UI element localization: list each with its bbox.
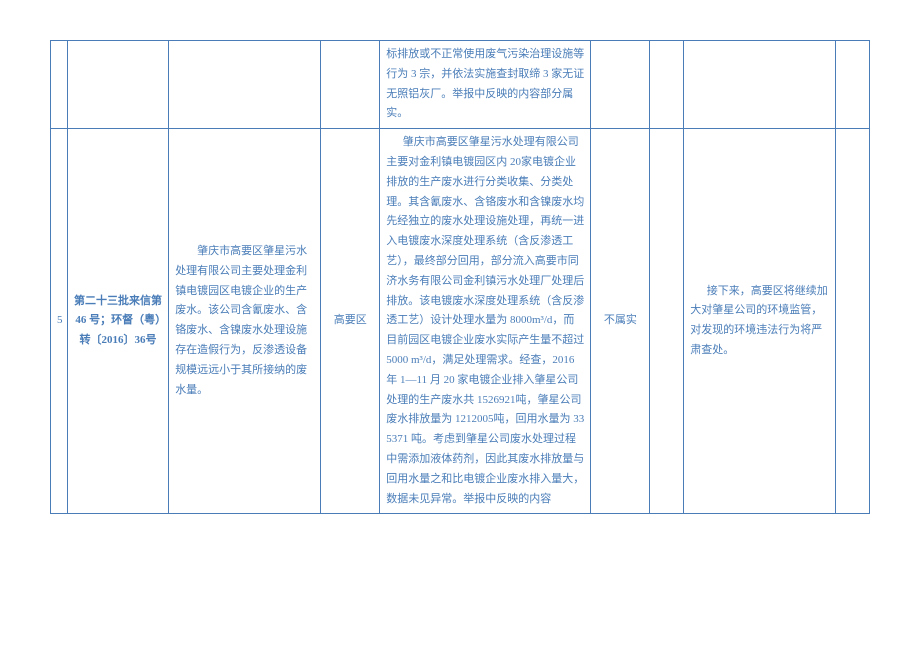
cell-index: 5: [51, 129, 68, 514]
cell-action: 接下来，高要区将继续加大对肇星公司的环境监管，对发现的环境违法行为将严肃查处。: [684, 129, 836, 514]
cell-region: [321, 41, 380, 129]
cell-investigation: 肇庆市高要区肇星污水处理有限公司主要对金利镇电镀园区内 20家电镀企业排放的生产…: [380, 129, 591, 514]
cell-complaint: 肇庆市高要区肇星污水处理有限公司主要处理金利镇电镀园区电镀企业的生产废水。该公司…: [169, 129, 321, 514]
cell-conclusion: [591, 41, 650, 129]
table-row: 5 第二十三批来信第 46 号；环督（粤）转〔2016〕36号 肇庆市高要区肇星…: [51, 129, 870, 514]
cell-doc-number: [67, 41, 168, 129]
document-table: 标排放或不正常使用废气污染治理设施等行为 3 宗，并依法实施查封取缔 3 家无证…: [50, 40, 870, 514]
cell-conclusion: 不属实: [591, 129, 650, 514]
cell-extra2: [836, 129, 870, 514]
cell-doc-number: 第二十三批来信第 46 号；环督（粤）转〔2016〕36号: [67, 129, 168, 514]
cell-index: [51, 41, 68, 129]
cell-complaint: [169, 41, 321, 129]
cell-investigation: 标排放或不正常使用废气污染治理设施等行为 3 宗，并依法实施查封取缔 3 家无证…: [380, 41, 591, 129]
table-row: 标排放或不正常使用废气污染治理设施等行为 3 宗，并依法实施查封取缔 3 家无证…: [51, 41, 870, 129]
cell-region: 高要区: [321, 129, 380, 514]
cell-extra1: [650, 41, 684, 129]
cell-extra2: [836, 41, 870, 129]
cell-action: [684, 41, 836, 129]
cell-extra1: [650, 129, 684, 514]
